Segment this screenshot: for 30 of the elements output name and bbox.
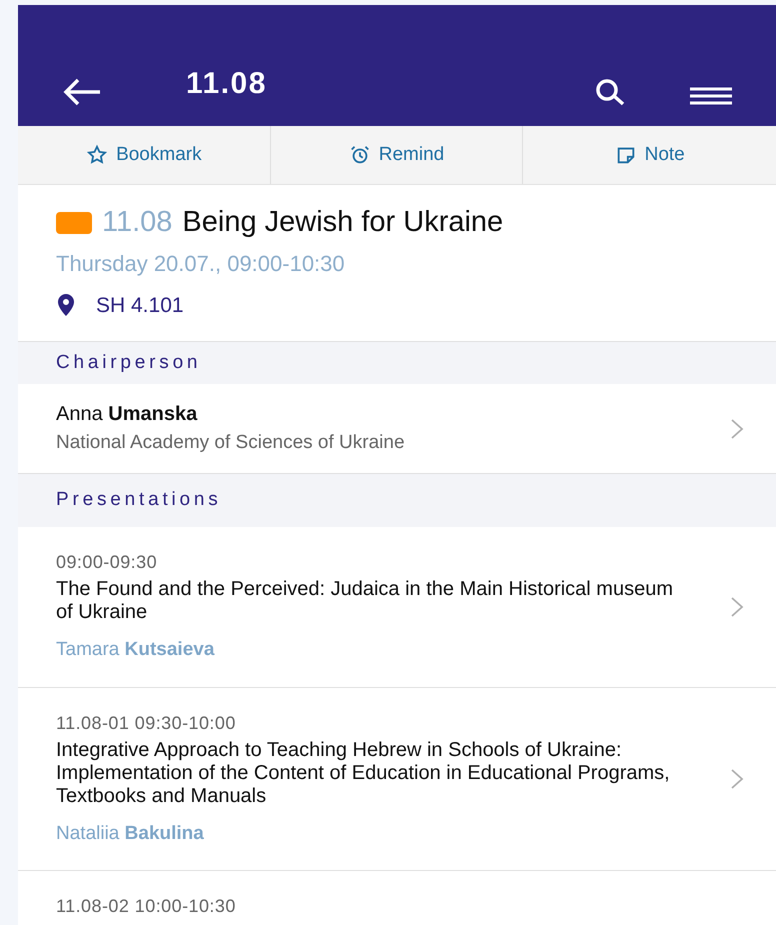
chairperson-name: Anna Umanska [56,402,198,428]
speaker-name: Tamara Kutsaieva [56,638,216,662]
alarm-clock-icon [348,144,371,166]
presentation-title: The Found and the Perceived: Judaica in the Main Historical museum of Ukraine [56,578,674,624]
remind-button[interactable]: Remind [270,126,524,184]
session-title: Being Jewish for Ukraine [182,205,504,240]
star-icon [86,144,108,166]
chevron-right-icon [730,596,744,618]
speaker-name: Nataliia Bakulina [56,822,205,846]
location-pin-icon [56,294,76,316]
presentation-time: 11.08-01 09:30-10:00 [56,712,237,734]
presentation-row[interactable]: 09:00-09:30 The Found and the Perceived: Judaica in the Main Historical museum of Ukraine Tamara Kutsaieva [18,527,776,688]
presentation-time: 09:00-09:30 [56,551,158,574]
chevron-right-icon [730,768,744,790]
note-button[interactable]: Note [523,126,776,184]
section-heading: Presentations [56,488,222,512]
app-bar-title: 11.08 [186,66,267,102]
section-heading: Chairperson [56,350,202,375]
presentation-title: Integrative Approach to Teaching Hebrew in Schools of Ukraine: Implementation of the Content of Education in Educational Programs, Textbooks and Manuals [56,738,671,808]
chevron-right-icon [730,418,744,440]
presentation-row[interactable]: 11.08-01 09:30-10:00 Integrative Approach to Teaching Hebrew in Schools of Ukraine: Implementation of the Content of Education in Educational Programs, Textbooks and Manuals Nataliia Bakulina [18,688,776,871]
chairperson-affiliation: National Academy of Sciences of Ukraine [56,431,406,456]
back-arrow-icon[interactable] [62,78,102,106]
bookmark-button[interactable]: Bookmark [18,126,271,184]
presentation-time: 11.08-02 10:00-10:30 [56,895,237,918]
location-text: SH 4.101 [96,292,184,318]
session-datetime: Thursday 20.07., 09:00-10:30 [56,250,346,278]
menu-icon[interactable] [690,86,732,106]
presentation-row[interactable]: 11.08-02 10:00-10:30 [18,871,776,925]
session-code: 11.08 [102,205,172,240]
